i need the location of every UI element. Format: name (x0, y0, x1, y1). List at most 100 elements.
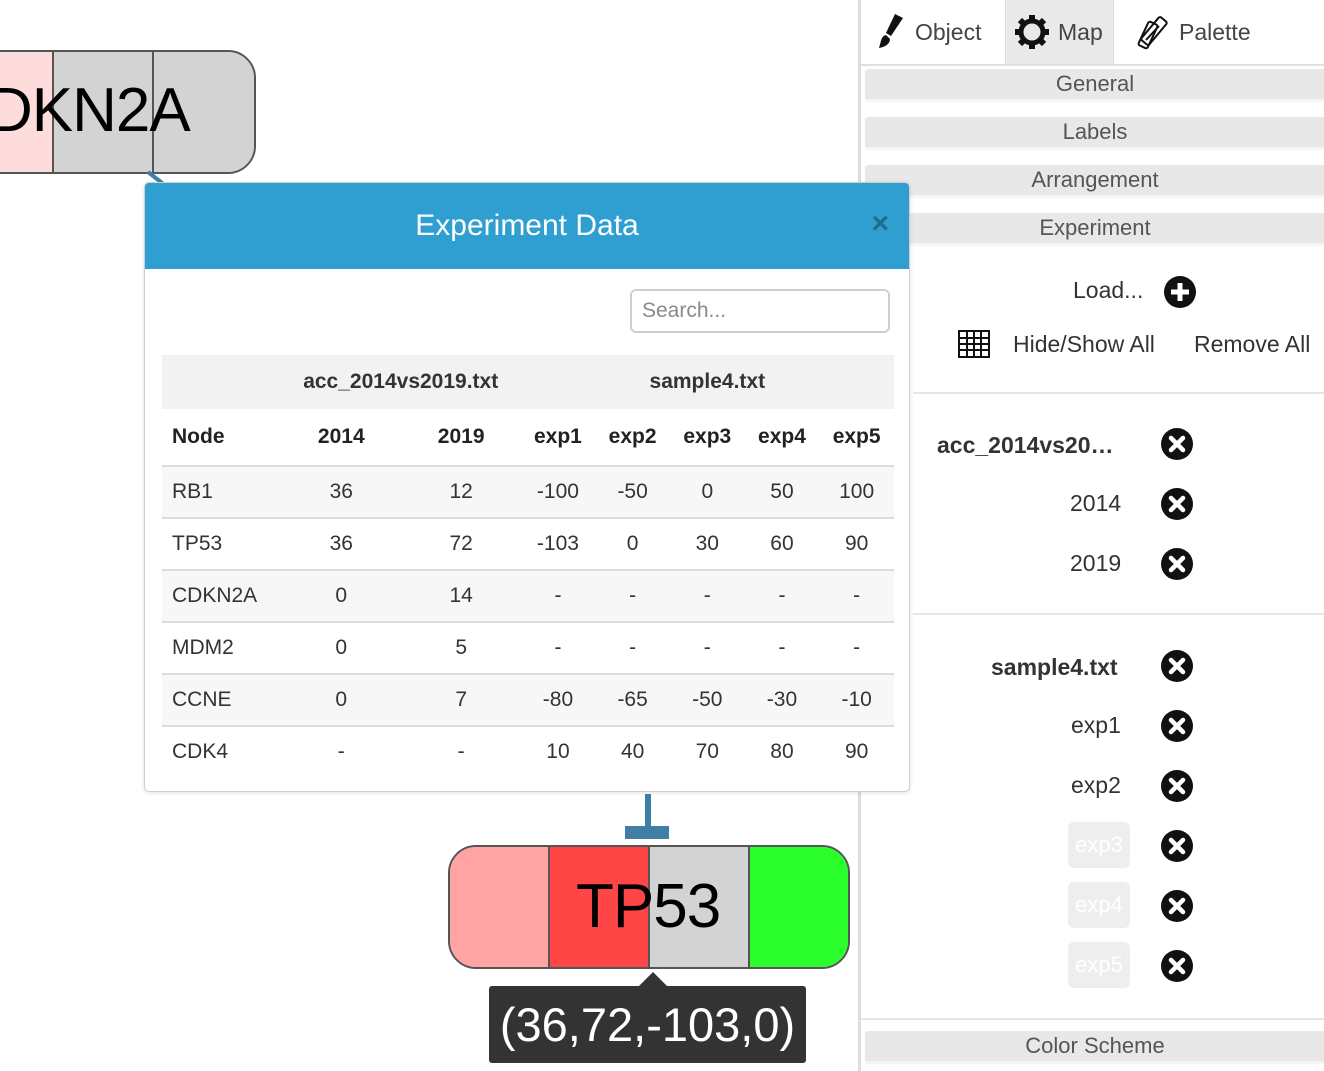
table-cell-value: - (669, 570, 745, 623)
table-cell-value: 10 (520, 726, 596, 777)
cdkn2a-cell-2019 (54, 52, 154, 172)
table-column-header[interactable]: exp4 (744, 409, 820, 467)
node-value-tooltip: (36,72,-103,0) (489, 972, 806, 1063)
panel-divider (913, 613, 1324, 615)
table-cell-value: - (595, 570, 670, 623)
file2-exp1[interactable]: exp1 (1071, 712, 1121, 739)
table-row[interactable]: CDKN2A 0 14- - - - - (162, 570, 894, 623)
close-icon[interactable]: × (871, 209, 889, 239)
section-experiment[interactable]: Experiment (865, 213, 1324, 246)
table-row[interactable]: CDK4- -10 40 70 80 90 (162, 726, 894, 777)
table-column-header[interactable]: exp5 (819, 409, 894, 467)
panel-tabs: Object Map Palette (861, 0, 1324, 66)
section-arrangement[interactable]: Arrangement (865, 165, 1324, 198)
file1-exp-2014[interactable]: 2014 (1070, 490, 1121, 517)
table-cell-value: - (744, 622, 820, 675)
section-color-scheme[interactable]: Color Scheme (865, 1031, 1324, 1064)
tp53-cell-exp2 (750, 847, 848, 967)
table-cell-value: -103 (520, 518, 596, 571)
dialog-title: Experiment Data (415, 209, 639, 242)
table-column-header[interactable]: exp1 (520, 409, 596, 467)
table-row[interactable]: MDM2 0 5- - - - - (162, 622, 894, 675)
table-cell-value: -100 (520, 466, 596, 519)
table-column-header[interactable]: 2019 (401, 409, 521, 467)
load-button[interactable]: Load... (1073, 277, 1143, 304)
file2-exp5-disabled[interactable]: exp5 (1068, 942, 1130, 988)
table-column-header[interactable]: Node (162, 409, 281, 467)
gear-icon (1015, 15, 1049, 49)
experiment-data-dialog: Experiment Data × acc_2014vs2019.txt sam… (144, 182, 910, 792)
table-cell-value: 0 (280, 622, 402, 675)
inhibition-edge (645, 794, 651, 828)
table-cell-value: 12 (401, 466, 521, 519)
table-cell-value: -50 (669, 674, 745, 727)
table-column-header[interactable]: exp2 (595, 409, 670, 467)
dialog-header: Experiment Data × (145, 183, 909, 269)
table-cell-value: 14 (401, 570, 521, 623)
file2-exp4-disabled[interactable]: exp4 (1068, 882, 1130, 928)
table-row[interactable]: TP53 36 72 -103 0 30 60 90 (162, 518, 894, 571)
panel-divider (861, 1018, 1324, 1020)
table-cell-value: 7 (401, 674, 521, 727)
hide-show-all-button[interactable]: Hide/Show All (1013, 331, 1155, 358)
table-cell-value: 60 (744, 518, 820, 571)
section-labels[interactable]: Labels (865, 117, 1324, 150)
table-cell-value: - (401, 726, 521, 777)
table-column-header[interactable]: 2014 (280, 409, 402, 467)
remove-file2-icon[interactable] (1160, 649, 1194, 683)
table-row[interactable]: CCNE 0 7 -80 -65 -50 -30 -10 (162, 674, 894, 727)
remove-2019-icon[interactable] (1160, 547, 1194, 581)
tab-palette[interactable]: Palette (1137, 0, 1251, 64)
table-cell-value: 90 (819, 726, 894, 777)
table-file-header-row: acc_2014vs2019.txt sample4.txt (162, 355, 894, 409)
file2-exp3-disabled[interactable]: exp3 (1068, 822, 1130, 868)
cdkn2a-cell-exp (154, 52, 254, 172)
table-cell-node: CCNE (162, 674, 281, 727)
cdkn2a-node[interactable] (0, 50, 256, 174)
search-input[interactable] (630, 289, 890, 333)
table-cell-value: 80 (744, 726, 820, 777)
table-cell-value: -65 (595, 674, 670, 727)
remove-exp1-icon[interactable] (1160, 709, 1194, 743)
table-cell-value: - (669, 622, 745, 675)
table-cell-value: -50 (595, 466, 670, 519)
experiment-table: acc_2014vs2019.txt sample4.txt Node 2014 2… (162, 355, 894, 777)
tab-object[interactable]: Object (877, 0, 981, 64)
table-cell-value: - (744, 570, 820, 623)
remove-exp3-icon[interactable] (1160, 829, 1194, 863)
table-cell-value: 72 (401, 518, 521, 571)
remove-file1-icon[interactable] (1160, 427, 1194, 461)
tp53-cell-2014 (450, 847, 550, 967)
panel-divider (913, 392, 1324, 394)
table-cell-node: RB1 (162, 466, 281, 519)
remove-2014-icon[interactable] (1160, 487, 1194, 521)
inhibition-edge-bar (625, 826, 669, 839)
table-cell-value: 40 (595, 726, 670, 777)
table-cell-value: - (280, 726, 402, 777)
file2-name: sample4.txt (991, 654, 1118, 680)
table-icon[interactable] (958, 330, 990, 358)
section-general[interactable]: General (865, 69, 1324, 102)
table-cell-value: 70 (669, 726, 745, 777)
plus-circle-icon[interactable] (1163, 275, 1197, 309)
remove-exp5-icon[interactable] (1160, 949, 1194, 983)
palette-icon (1137, 16, 1168, 50)
remove-exp2-icon[interactable] (1160, 769, 1194, 803)
tp53-node[interactable] (448, 845, 850, 969)
tab-map[interactable]: Map (1005, 0, 1114, 64)
file2-exp2[interactable]: exp2 (1071, 772, 1121, 799)
table-cell-value: 0 (595, 518, 670, 571)
table-row[interactable]: RB1 36 12 -100 -50 0 50 100 (162, 466, 894, 519)
table-cell-value: 100 (819, 466, 894, 519)
tp53-cell-exp1 (650, 847, 750, 967)
table-cell-value: 0 (669, 466, 745, 519)
remove-exp4-icon[interactable] (1160, 889, 1194, 923)
remove-all-button[interactable]: Remove All (1194, 331, 1310, 358)
table-cell-value: 0 (280, 674, 402, 727)
table-cell-value: -10 (819, 674, 894, 727)
file1-exp-2019[interactable]: 2019 (1070, 550, 1121, 577)
tab-palette-label: Palette (1179, 18, 1251, 45)
table-cell-value: - (819, 570, 894, 623)
table-column-header[interactable]: exp3 (669, 409, 745, 467)
table-header-blank (162, 355, 281, 409)
